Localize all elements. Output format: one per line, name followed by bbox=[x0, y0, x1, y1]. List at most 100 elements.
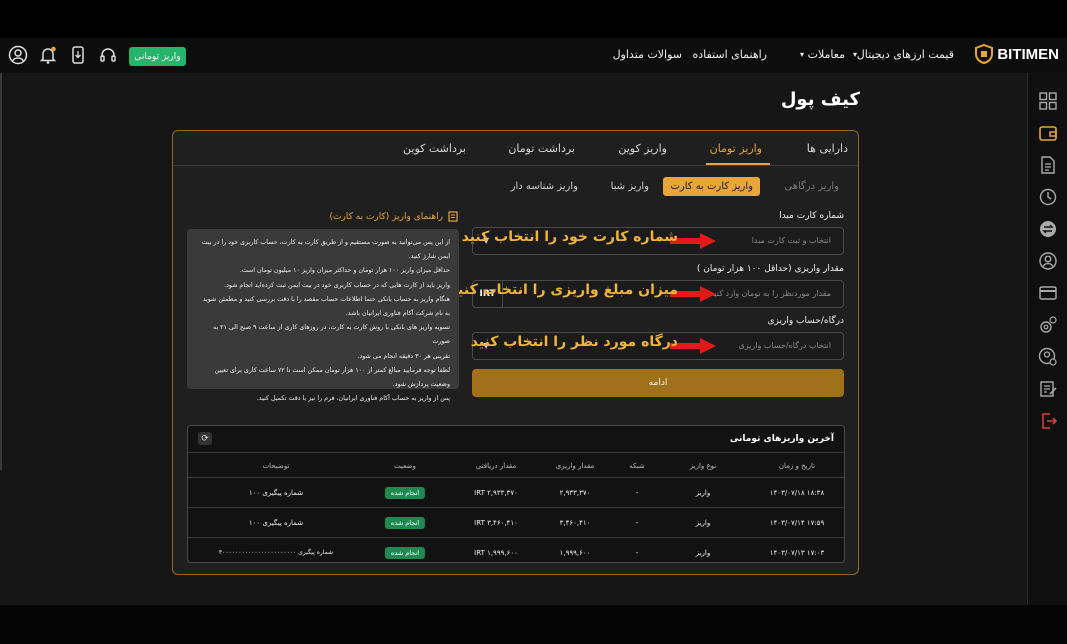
brand-logo[interactable]: BITIMEN bbox=[975, 44, 1059, 64]
card-field-label: شماره کارت مبدا bbox=[779, 211, 844, 221]
nav-faq[interactable]: سوالات متداول bbox=[613, 48, 682, 61]
guide-title: راهنمای واریز (کارت به کارت) bbox=[330, 211, 458, 222]
user-security-icon[interactable] bbox=[1038, 347, 1058, 367]
guide-line: از این پس می‌توانید به صورت مستقیم و از … bbox=[201, 239, 450, 246]
cell-amount: ۱,۹۹۹,۶۰۰ bbox=[559, 549, 591, 557]
guide-line: لطفا توجه فرمایید مبالغ کمتر از ۱۰۰ هزار… bbox=[214, 366, 450, 374]
table-row: ۱۴۰۳/۰۷/۱۳ ۱۷:۰۳ واریز - ۱,۹۹۹,۶۰۰ IRT ۱… bbox=[188, 537, 844, 562]
guide-line: واریز باید از کارت هایی که در حساب کاربر… bbox=[224, 281, 450, 289]
guide-line: پس از واریز به حساب آکام فناوری ایرانیان… bbox=[256, 395, 450, 403]
divider bbox=[188, 452, 844, 453]
settings-gear-icon[interactable] bbox=[1038, 315, 1058, 335]
amount-placeholder: مقدار موردنظر را به تومان وارد کنید bbox=[710, 289, 831, 298]
edit-form-icon[interactable] bbox=[1038, 379, 1058, 399]
column-header: مقدار دریافتی bbox=[475, 462, 517, 470]
cell-network: - bbox=[635, 519, 639, 527]
cell-type: واریز bbox=[695, 519, 711, 527]
top-strip bbox=[0, 0, 1067, 38]
status-badge: انجام شده bbox=[384, 517, 426, 529]
guide-line: حداقل میزان واریز ۱۰۰ هزار تومان و حداکث… bbox=[239, 267, 450, 275]
column-header: توضیحات bbox=[262, 462, 290, 470]
active-tab-indicator bbox=[706, 163, 770, 165]
page-title: کیف پول bbox=[780, 89, 860, 110]
nav-crypto-prices[interactable]: قیمت ارزهای دیجیتال bbox=[857, 48, 954, 61]
cell-datetime: ۱۴۰۳/۰۷/۱۸ ۱۸:۳۸ bbox=[769, 489, 825, 497]
cell-received: IRT ۲,۹۳۳,۳۷۰ bbox=[474, 489, 518, 497]
column-header: شبکه bbox=[629, 462, 645, 470]
guide-line: هنگام واریز به حساب بانکی حتما اطلاعات ح… bbox=[202, 295, 450, 303]
tab-toman-withdraw[interactable]: برداشت تومان bbox=[508, 142, 575, 155]
cell-amount: ۲,۹۳۳,۳۷۰ bbox=[559, 489, 591, 497]
dashboard-icon[interactable] bbox=[1038, 91, 1058, 111]
mobile-download-icon[interactable] bbox=[68, 45, 88, 65]
gateway-placeholder: انتخاب درگاه/حساب واریزی bbox=[738, 341, 831, 350]
headset-icon[interactable] bbox=[98, 45, 118, 65]
continue-button[interactable]: ادامه bbox=[472, 369, 844, 397]
annotation-gateway: درگاه مورد نظر را انتخاب کنید bbox=[470, 334, 678, 350]
gateway-field-label: درگاه/حساب واریزی bbox=[767, 316, 844, 326]
toman-deposit-button[interactable]: واریز تومانی bbox=[129, 47, 186, 66]
cell-description: شماره پیگیری ۳۰۰۰۰۰۰۰۰۰۰۰۰۰۰۰۰۰۰۰۰۰۰۰ bbox=[218, 549, 334, 556]
account-icon[interactable] bbox=[1038, 251, 1058, 271]
history-icon[interactable] bbox=[1038, 187, 1058, 207]
bell-icon[interactable] bbox=[38, 45, 58, 65]
status-badge: انجام شده bbox=[384, 547, 426, 559]
tab-coin-withdraw[interactable]: برداشت کوین bbox=[403, 142, 466, 155]
guide-title-text: راهنمای واریز (کارت به کارت) bbox=[329, 211, 443, 222]
annotation-card: شماره کارت خود را انتخاب کنید bbox=[461, 229, 678, 245]
cell-datetime: ۱۴۰۳/۰۷/۱۴ ۱۷:۵۹ bbox=[769, 519, 825, 527]
book-icon bbox=[448, 211, 458, 222]
chevron-down-icon: ▾ bbox=[852, 50, 857, 59]
guide-line: تقریبی هر ۳۰ دقیقه انجام می شود. bbox=[357, 352, 450, 360]
column-header: تاریخ و زمان bbox=[778, 462, 816, 470]
brand-name: BITIMEN bbox=[997, 45, 1059, 63]
cell-type: واریز bbox=[695, 489, 711, 497]
guide-line: وضعیت پردازش شود. bbox=[392, 381, 450, 389]
subtab-id-deposit[interactable]: واریز شناسه دار bbox=[511, 181, 578, 192]
exchange-icon[interactable] bbox=[1038, 219, 1058, 239]
tab-assets[interactable]: دارایی ها bbox=[807, 142, 848, 155]
recent-deposits-table: آخرین واریزهای تومانی ⟳ تاریخ و زمان نوع… bbox=[187, 425, 845, 563]
status-badge: انجام شده bbox=[384, 487, 426, 499]
subtab-sheba-deposit[interactable]: واریز شبا bbox=[611, 181, 649, 192]
guide-line: تسویه واریز های بانکی با روش کارت به کار… bbox=[213, 324, 450, 346]
refresh-icon[interactable]: ⟳ bbox=[198, 432, 212, 445]
chevron-down-icon: ▾ bbox=[799, 50, 804, 59]
subtab-gateway-deposit: واریز درگاهی bbox=[784, 181, 839, 192]
main-nav: BITIMEN قیمت ارزهای دیجیتال ▾ معاملات ▾ … bbox=[0, 38, 1067, 73]
cell-description: شماره پیگیری ۱۰۰ bbox=[248, 519, 304, 527]
document-report-icon[interactable] bbox=[1038, 155, 1058, 175]
tab-coin-deposit[interactable]: واریز کوین bbox=[618, 142, 667, 155]
nav-guide[interactable]: راهنمای استفاده bbox=[693, 48, 767, 61]
table-row: ۱۴۰۳/۰۷/۱۴ ۱۷:۵۹ واریز - ۳,۴۶۰,۴۱۰ IRT ۳… bbox=[188, 507, 844, 537]
nav-trades[interactable]: معاملات bbox=[808, 48, 845, 61]
cell-network: - bbox=[635, 549, 639, 557]
guide-box: از این پس می‌توانید به صورت مستقیم و از … bbox=[187, 229, 459, 402]
shield-logo-icon bbox=[975, 44, 994, 64]
table-title: آخرین واریزهای تومانی bbox=[729, 434, 834, 444]
table-row: ۱۴۰۳/۰۷/۱۸ ۱۸:۳۸ واریز - ۲,۹۳۳,۳۷۰ IRT ۲… bbox=[188, 477, 844, 507]
cell-amount: ۳,۴۶۰,۴۱۰ bbox=[559, 519, 591, 527]
cell-received: IRT ۱,۹۹۹,۶۰۰ bbox=[474, 549, 518, 557]
bank-card-icon[interactable] bbox=[1038, 283, 1058, 303]
column-header: نوع واریز bbox=[689, 462, 717, 470]
amount-field-label: مقدار واریزی (حداقل ۱۰۰ هزار تومان ) bbox=[696, 264, 844, 274]
wallet-icon[interactable] bbox=[1038, 123, 1058, 143]
card-placeholder: انتخاب و ثبت کارت مبدا bbox=[751, 236, 831, 245]
tab-toman-deposit[interactable]: واریز تومان bbox=[710, 142, 762, 155]
wallet-card: دارایی ها واریز تومان واریز کوین برداشت … bbox=[172, 130, 859, 575]
column-header: وضعیت bbox=[394, 462, 416, 470]
side-nav bbox=[1027, 73, 1067, 605]
guide-line: به نام شرکت آکام فناوری ایرانیان باشد. bbox=[345, 310, 450, 318]
cell-type: واریز bbox=[695, 549, 711, 557]
cell-description: شماره پیگیری ۱۰۰ bbox=[248, 489, 304, 497]
scroll-divider bbox=[0, 73, 2, 470]
wallet-tabs: دارایی ها واریز تومان واریز کوین برداشت … bbox=[173, 131, 858, 166]
column-header: مقدار واریزی bbox=[555, 462, 595, 470]
user-profile-icon[interactable] bbox=[8, 45, 28, 65]
logout-icon[interactable] bbox=[1038, 411, 1058, 431]
subtab-card-to-card[interactable]: واریز کارت به کارت bbox=[663, 177, 760, 196]
cell-network: - bbox=[635, 489, 639, 497]
annotation-amount: میزان مبلغ واریزی را انتخاب کنید bbox=[450, 282, 678, 298]
top-bar: BITIMEN قیمت ارزهای دیجیتال ▾ معاملات ▾ … bbox=[0, 0, 1067, 73]
